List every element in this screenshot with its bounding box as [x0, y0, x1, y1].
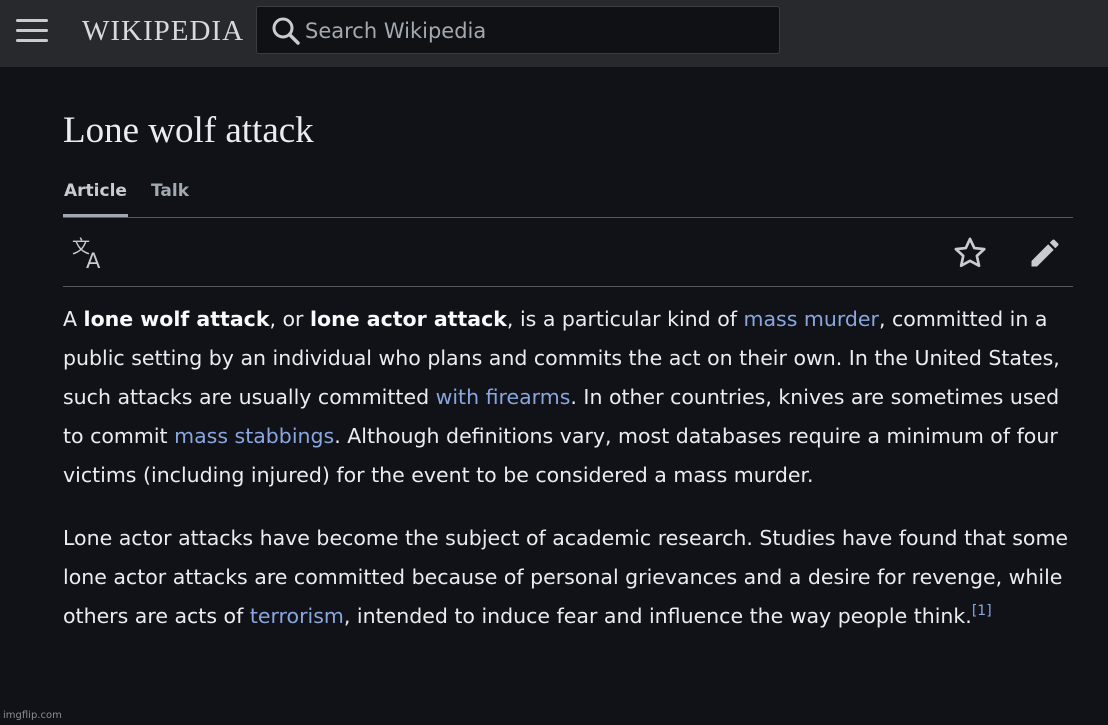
reference-link[interactable]: [1]: [972, 603, 992, 619]
link-mass-murder[interactable]: mass murder: [743, 307, 879, 331]
tabs-divider: [63, 217, 1073, 218]
text-run: , or: [269, 307, 310, 331]
tab-talk[interactable]: Talk: [151, 180, 189, 202]
link-terrorism[interactable]: terrorism: [250, 604, 344, 628]
text-run: , is a particular kind of: [506, 307, 744, 331]
search-box[interactable]: [256, 6, 780, 54]
active-tab-indicator: [63, 214, 128, 217]
hamburger-menu-icon[interactable]: [16, 17, 48, 45]
svg-text:A: A: [86, 249, 101, 272]
watermark: imgflip.com: [3, 710, 62, 721]
link-with-firearms[interactable]: with firearms: [436, 385, 571, 409]
tab-article[interactable]: Article: [64, 180, 127, 202]
link-mass-stabbings[interactable]: mass stabbings: [174, 424, 334, 448]
search-icon[interactable]: [271, 16, 301, 46]
bold-term: lone actor attack: [309, 307, 507, 331]
toolbar-divider: [63, 286, 1073, 287]
bold-term: lone wolf attack: [83, 307, 270, 331]
text-run: , intended to induce fear and influence …: [343, 604, 972, 628]
paragraph-intro: A lone wolf attack, or lone actor attack…: [63, 300, 1073, 495]
translate-icon[interactable]: 文 A: [70, 236, 110, 276]
pencil-icon[interactable]: [1027, 235, 1063, 275]
text-run: A: [63, 307, 84, 331]
article-body: A lone wolf attack, or lone actor attack…: [63, 300, 1073, 660]
page-title: Lone wolf attack: [63, 110, 314, 151]
wikipedia-logo[interactable]: WIKIPEDIA: [82, 12, 244, 50]
search-input[interactable]: [303, 14, 767, 48]
header-bar: WIKIPEDIA: [0, 0, 1108, 67]
star-icon[interactable]: [952, 235, 988, 275]
paragraph-research: Lone actor attacks have become the subje…: [63, 519, 1073, 636]
